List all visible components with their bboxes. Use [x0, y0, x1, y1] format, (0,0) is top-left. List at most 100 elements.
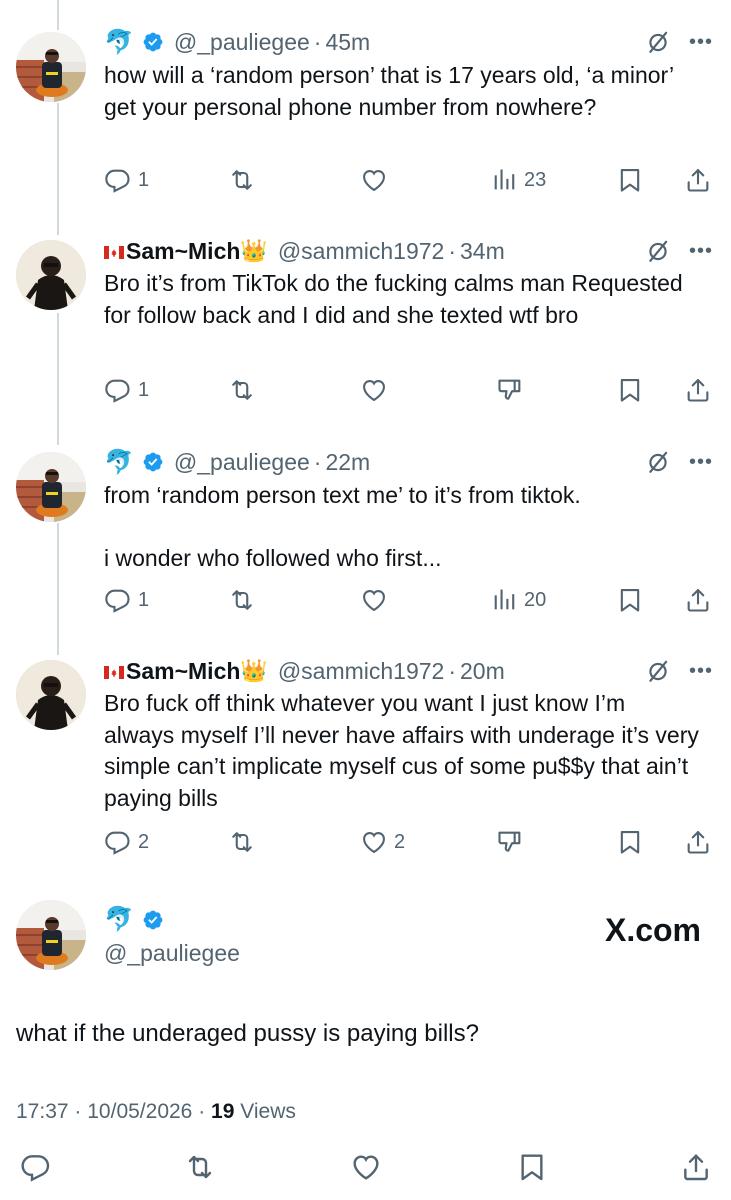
- views-count: 20: [524, 588, 547, 611]
- like-icon: [360, 376, 388, 404]
- bookmark-icon: [616, 586, 644, 614]
- reply-button[interactable]: 1: [104, 583, 149, 617]
- views-button[interactable]: 23: [490, 163, 546, 197]
- downvote-icon: [496, 828, 524, 856]
- tweet-header: Sam~Mich 👑 @sammich1972 · 34m •••: [104, 236, 713, 266]
- tweet-actions: 1: [104, 373, 713, 407]
- retweet-button[interactable]: [184, 1150, 216, 1184]
- share-icon: [684, 166, 712, 194]
- more-icon[interactable]: •••: [689, 31, 713, 54]
- share-button[interactable]: [684, 373, 712, 407]
- user-handle[interactable]: @_pauliegee: [174, 29, 310, 56]
- retweet-button[interactable]: [228, 825, 256, 859]
- reply-icon: [104, 828, 132, 856]
- tweet-time[interactable]: 45m: [325, 29, 370, 56]
- like-button[interactable]: [350, 1150, 382, 1184]
- share-button[interactable]: [680, 1150, 712, 1184]
- tweet-date[interactable]: 10/05/2026: [87, 1100, 192, 1123]
- canada-flag-icon: [104, 666, 124, 679]
- share-icon: [684, 828, 712, 856]
- tweet-meta: 17:37 · 10/05/2026 · 19 Views: [16, 1100, 296, 1124]
- avatar[interactable]: [16, 32, 86, 102]
- retweet-icon: [228, 376, 256, 404]
- tweet-time[interactable]: 34m: [460, 238, 505, 265]
- views-icon: [490, 166, 518, 194]
- like-icon: [360, 586, 388, 614]
- like-button[interactable]: [360, 583, 388, 617]
- tweet-actions: 1 23: [104, 163, 713, 197]
- share-icon: [680, 1151, 712, 1183]
- reply-button[interactable]: [20, 1150, 52, 1184]
- retweet-button[interactable]: [228, 373, 256, 407]
- grok-icon[interactable]: [645, 449, 671, 475]
- separator: ·: [313, 448, 322, 475]
- avatar[interactable]: [16, 900, 86, 970]
- reply-icon: [104, 586, 132, 614]
- grok-icon[interactable]: [645, 658, 671, 684]
- like-button[interactable]: [360, 163, 388, 197]
- display-name[interactable]: Sam~Mich: [126, 658, 240, 685]
- bookmark-icon: [616, 376, 644, 404]
- more-icon[interactable]: •••: [689, 660, 713, 683]
- separator: ·: [448, 657, 457, 684]
- downvote-button[interactable]: [496, 825, 524, 859]
- bookmark-button[interactable]: [616, 163, 644, 197]
- downvote-icon: [496, 376, 524, 404]
- focused-actions: [0, 1150, 731, 1192]
- share-button[interactable]: [684, 825, 712, 859]
- like-icon: [350, 1151, 382, 1183]
- thread-line: [57, 523, 59, 655]
- tweet-time[interactable]: 22m: [325, 449, 370, 476]
- user-handle[interactable]: @sammich1972: [278, 658, 445, 685]
- like-button[interactable]: [360, 373, 388, 407]
- user-handle[interactable]: @_pauliegee: [104, 940, 240, 967]
- tweet-text: from ‘random person text me’ to it’s fro…: [104, 482, 581, 571]
- tweet-time[interactable]: 20m: [460, 658, 505, 685]
- reply-button[interactable]: 1: [104, 373, 149, 407]
- tweet-header: 🐬 @_pauliegee · 45m •••: [104, 27, 713, 57]
- display-name[interactable]: Sam~Mich: [126, 238, 240, 265]
- bookmark-button[interactable]: [616, 825, 644, 859]
- reply-count: 1: [138, 588, 150, 611]
- retweet-icon: [228, 828, 256, 856]
- separator: ·: [313, 28, 322, 55]
- share-button[interactable]: [684, 583, 712, 617]
- dolphin-emoji: 🐬: [104, 906, 134, 933]
- thread-line: [57, 0, 59, 30]
- avatar[interactable]: [16, 452, 86, 522]
- retweet-button[interactable]: [228, 163, 256, 197]
- thread-line: [57, 103, 59, 235]
- bookmark-button[interactable]: [616, 373, 644, 407]
- retweet-button[interactable]: [228, 583, 256, 617]
- focused-tweet-name: 🐬: [104, 905, 174, 934]
- views-count: 23: [524, 168, 547, 191]
- reply-button[interactable]: 2: [104, 825, 149, 859]
- reply-button[interactable]: 1: [104, 163, 149, 197]
- grok-icon[interactable]: [645, 29, 671, 55]
- x-watermark: X.com: [604, 912, 701, 948]
- tweet-time[interactable]: 17:37: [16, 1100, 69, 1123]
- share-button[interactable]: [684, 163, 712, 197]
- reply-count: 2: [138, 830, 150, 853]
- retweet-icon: [228, 586, 256, 614]
- avatar[interactable]: [16, 240, 86, 310]
- bookmark-icon: [616, 828, 644, 856]
- more-icon[interactable]: •••: [689, 240, 713, 263]
- retweet-icon: [184, 1151, 216, 1183]
- avatar[interactable]: [16, 660, 86, 730]
- user-handle[interactable]: @sammich1972: [278, 238, 445, 265]
- like-button[interactable]: 2: [360, 825, 405, 859]
- views-icon: [490, 586, 518, 614]
- tweet-actions: 2 2: [104, 825, 713, 859]
- views-count: 19: [211, 1100, 235, 1123]
- bookmark-button[interactable]: [516, 1150, 548, 1184]
- tweet-actions: 1 20: [104, 583, 713, 617]
- more-icon[interactable]: •••: [689, 451, 713, 474]
- user-handle[interactable]: @_pauliegee: [174, 449, 310, 476]
- grok-icon[interactable]: [645, 238, 671, 264]
- views-button[interactable]: 20: [490, 583, 546, 617]
- bookmark-icon: [516, 1151, 548, 1183]
- downvote-button[interactable]: [496, 373, 524, 407]
- bookmark-button[interactable]: [616, 583, 644, 617]
- dolphin-emoji: 🐬: [104, 448, 134, 476]
